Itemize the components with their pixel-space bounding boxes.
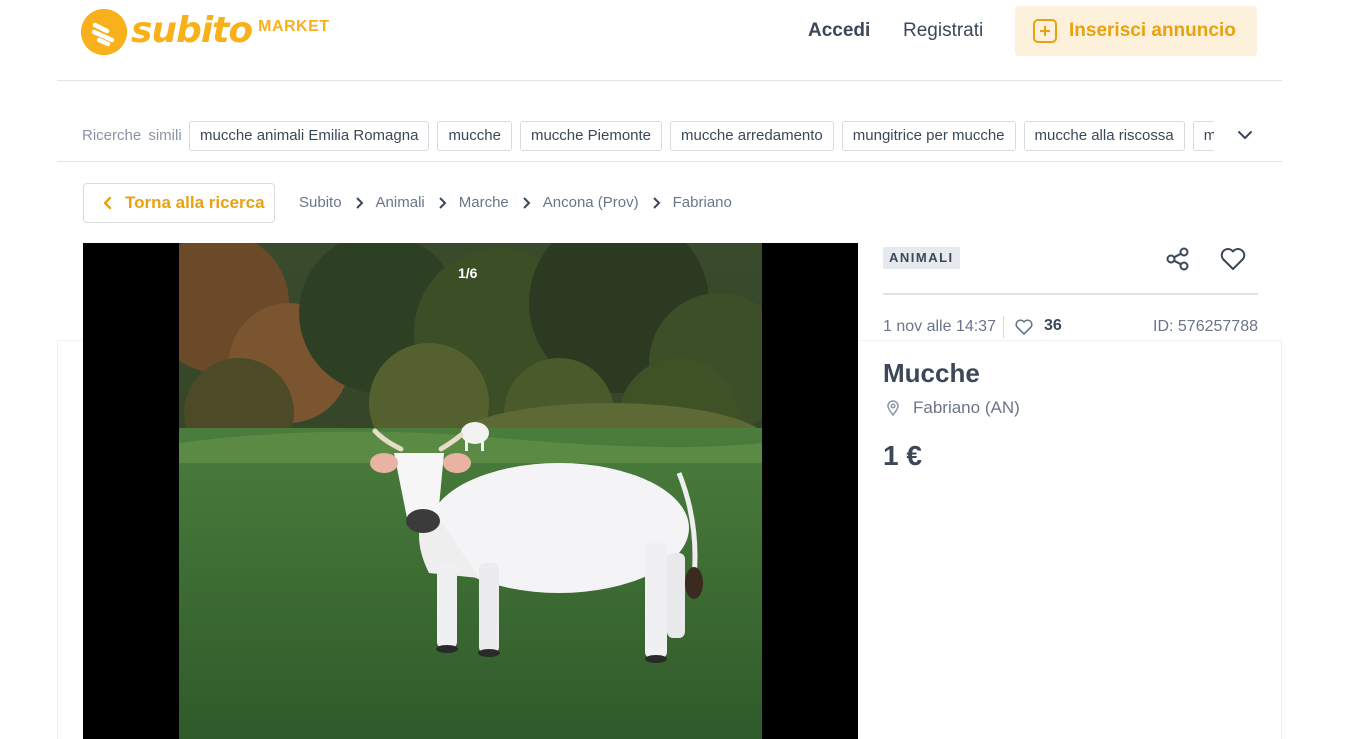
subito-logo-icon: [81, 9, 127, 55]
related-chip[interactable]: mucche: [437, 121, 512, 151]
related-searches-label: Ricerche simili: [82, 127, 182, 144]
plus-square-icon: [1033, 19, 1057, 43]
related-chip[interactable]: mungitrice per mucche: [841, 121, 1016, 151]
related-chip[interactable]: mucche animali Emilia Romagna: [189, 121, 430, 151]
related-chip[interactable]: mucche arredamento: [670, 121, 834, 151]
panel-divider: [883, 293, 1258, 295]
chevron-right-icon: [523, 196, 531, 209]
heart-icon: [1015, 319, 1033, 335]
likes-count: 36: [1044, 317, 1062, 334]
insert-ad-button[interactable]: Inserisci annuncio: [1015, 6, 1257, 56]
meta-separator: [1003, 316, 1004, 338]
gallery-counter: 1/6: [458, 265, 478, 281]
ad-price: 1 €: [883, 440, 922, 471]
subito-logo[interactable]: subito MARKET: [81, 7, 330, 55]
ad-title: Mucche: [883, 358, 980, 388]
related-chips: mucche animali Emilia Romagna mucche muc…: [189, 121, 1214, 151]
breadcrumb-item[interactable]: Marche: [459, 194, 509, 211]
ad-location: Fabriano (AN): [913, 398, 1020, 417]
breadcrumb-item[interactable]: Fabriano: [673, 194, 732, 211]
back-to-search-button[interactable]: Torna alla ricerca: [83, 183, 275, 223]
related-chip[interactable]: mucche alla riscossa: [1023, 121, 1185, 151]
breadcrumb: Subito Animali Marche Ancona (Prov) Fabr…: [299, 194, 732, 211]
logo-market-label: MARKET: [258, 18, 330, 35]
breadcrumb-item[interactable]: Subito: [299, 194, 342, 211]
map-pin-icon: [887, 400, 899, 417]
category-badge: ANIMALI: [883, 247, 960, 269]
image-gallery[interactable]: 1/6: [83, 243, 858, 739]
chevron-left-icon: [103, 196, 112, 210]
related-chip[interactable]: mucche Piemonte: [519, 121, 663, 151]
related-searches: Ricerche simili mucche animali Emilia Ro…: [57, 110, 1282, 162]
chevron-right-icon: [355, 196, 363, 209]
chevron-right-icon: [439, 196, 447, 209]
breadcrumb-item[interactable]: Animali: [376, 194, 425, 211]
share-icon[interactable]: [1164, 245, 1192, 273]
back-to-search-label: Torna alla ricerca: [125, 193, 265, 212]
login-link[interactable]: Accedi: [808, 20, 870, 42]
breadcrumb-item[interactable]: Ancona (Prov): [543, 194, 639, 211]
chevron-right-icon: [652, 196, 661, 209]
logo-wordmark: subito: [131, 10, 253, 51]
chevron-down-icon[interactable]: [1234, 124, 1256, 146]
listing-photo[interactable]: [179, 243, 762, 739]
site-header: subito MARKET Accedi Registrati Inserisc…: [57, 0, 1282, 81]
register-link[interactable]: Registrati: [903, 20, 983, 42]
heart-icon[interactable]: [1218, 244, 1248, 274]
ad-id: ID: 576257788: [1153, 318, 1258, 335]
related-chip[interactable]: mucche: [1192, 121, 1214, 151]
insert-ad-label: Inserisci annuncio: [1069, 20, 1236, 41]
publish-date: 1 nov alle 14:37: [883, 318, 996, 335]
